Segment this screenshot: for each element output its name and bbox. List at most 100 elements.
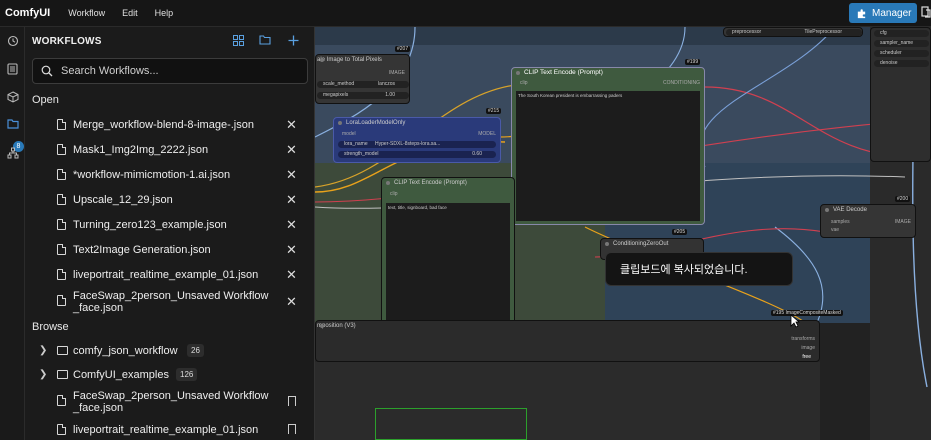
node-ksampler[interactable]: cfg sampler_name scheduler denoise bbox=[870, 27, 931, 162]
prompt-textarea[interactable]: text, title, signboard, bad face bbox=[386, 203, 510, 323]
widget-value: 0.60 bbox=[472, 151, 482, 157]
bookmark-icon[interactable] bbox=[288, 396, 296, 406]
port-image-out[interactable]: IMAGE bbox=[895, 219, 911, 225]
widget-cfg[interactable]: cfg bbox=[874, 30, 929, 37]
node-library-icon[interactable] bbox=[5, 89, 20, 104]
file-icon bbox=[57, 395, 66, 406]
app-brand: ComfyUI bbox=[5, 7, 51, 19]
node-title: mposition (V3) bbox=[316, 321, 819, 331]
node-title: ConditioningZeroOut bbox=[601, 239, 703, 249]
close-icon[interactable]: ✕ bbox=[286, 142, 297, 158]
port-conditioning-out[interactable]: CONDITIONING bbox=[663, 80, 700, 86]
search-icon bbox=[41, 65, 53, 77]
close-icon[interactable]: ✕ bbox=[286, 217, 297, 233]
widget-value: TilePreprocessor bbox=[804, 29, 842, 35]
node-title: CLIP Text Encode (Prompt) bbox=[512, 68, 704, 78]
chevron-right-icon[interactable]: ❯ bbox=[39, 369, 47, 380]
port-model-in[interactable]: model bbox=[342, 131, 356, 137]
widget-label: scale_method bbox=[323, 81, 355, 87]
close-icon[interactable]: ✕ bbox=[286, 294, 297, 310]
panel-title: WORKFLOWS bbox=[32, 35, 102, 47]
close-icon[interactable]: ✕ bbox=[286, 167, 297, 183]
close-icon[interactable]: ✕ bbox=[286, 117, 297, 133]
node-clip-negative[interactable]: CLIP Text Encode (Prompt) clip text, tit… bbox=[381, 177, 515, 327]
port-vae-in[interactable]: vae bbox=[831, 227, 839, 233]
file-icon bbox=[57, 269, 66, 280]
close-icon[interactable]: ✕ bbox=[286, 267, 297, 283]
port-samples-in[interactable]: samples bbox=[831, 219, 850, 225]
add-workflow-icon[interactable] bbox=[286, 33, 300, 47]
node-image-composite[interactable]: mposition (V3) transforms image free bbox=[315, 320, 820, 362]
port-transforms[interactable]: transforms bbox=[791, 336, 815, 342]
file-icon bbox=[57, 194, 66, 205]
widget-megapixels[interactable]: megapixels 1.00 bbox=[317, 92, 409, 99]
port-free[interactable]: free bbox=[802, 354, 811, 360]
file-icon bbox=[57, 119, 66, 130]
manager-label: Manager bbox=[872, 7, 912, 19]
grid-view-icon[interactable] bbox=[231, 33, 245, 47]
widget-label: strength_model bbox=[344, 151, 379, 157]
port-image[interactable]: image bbox=[801, 345, 815, 351]
node-clip-positive[interactable]: CLIP Text Encode (Prompt) clip CONDITION… bbox=[511, 67, 705, 225]
node-id: #195 bbox=[773, 310, 785, 316]
close-icon[interactable]: ✕ bbox=[286, 192, 297, 208]
bookmark-icon[interactable] bbox=[288, 424, 296, 434]
search-box bbox=[32, 58, 308, 84]
widget-value: Hyper-SDXL-8steps-lora.sa... bbox=[375, 141, 441, 147]
widget-label: lora_name bbox=[344, 141, 368, 147]
widget-sampler-name[interactable]: sampler_name bbox=[874, 40, 929, 47]
widget-denoise[interactable]: denoise bbox=[874, 60, 929, 67]
search-input[interactable] bbox=[61, 65, 291, 77]
menu-help[interactable]: Help bbox=[155, 8, 174, 18]
widget-preprocessor[interactable]: preprocessor TilePreprocessor bbox=[726, 29, 862, 36]
workflow-name: liveportrait_realtime_example_01.json bbox=[73, 424, 259, 436]
node-canvas[interactable]: ale Image to Total Pixels IMAGE scale_me… bbox=[315, 27, 931, 440]
file-icon bbox=[57, 219, 66, 230]
menu-edit[interactable]: Edit bbox=[122, 8, 138, 18]
queue-icon[interactable] bbox=[5, 61, 20, 76]
port-clip-in[interactable]: clip bbox=[390, 191, 398, 197]
port-model-out[interactable]: MODEL bbox=[478, 131, 496, 137]
widget-scale-method[interactable]: scale_method lanczos bbox=[317, 81, 409, 88]
manager-button[interactable]: Manager bbox=[849, 3, 917, 23]
open-folder-icon[interactable] bbox=[258, 33, 272, 47]
file-icon bbox=[57, 244, 66, 255]
node-id-badge: #200 bbox=[895, 196, 911, 202]
extension-icon[interactable] bbox=[921, 6, 931, 21]
model-library-icon[interactable] bbox=[5, 145, 20, 160]
port-image-out[interactable]: IMAGE bbox=[389, 70, 405, 76]
folder-icon bbox=[57, 370, 68, 379]
node-title: ale Image to Total Pixels bbox=[316, 55, 409, 65]
app-root: ComfyUI Workflow Edit Help Manager 8 WOR… bbox=[0, 0, 931, 440]
node-id-badge: #215 bbox=[486, 108, 502, 114]
open-section-label: Open bbox=[32, 94, 59, 106]
close-icon[interactable]: ✕ bbox=[286, 242, 297, 258]
menu-workflow[interactable]: Workflow bbox=[68, 8, 105, 18]
file-icon bbox=[57, 169, 66, 180]
workflow-name: liveportrait_realtime_example_01.json bbox=[73, 269, 259, 281]
prompt-textarea[interactable]: The South Korean president is embarrassi… bbox=[516, 91, 700, 221]
file-icon bbox=[57, 295, 66, 306]
folder-count-badge: 26 bbox=[187, 344, 204, 357]
widget-strength-model[interactable]: strength_model 0.60 bbox=[338, 151, 496, 158]
port-clip-in[interactable]: clip bbox=[520, 80, 528, 86]
history-icon[interactable] bbox=[5, 33, 20, 48]
workflow-name: FaceSwap_2person_Unsaved Workflow _face.… bbox=[73, 390, 269, 414]
workflows-panel: WORKFLOWS Open Merge_workflow-blend-8-im… bbox=[25, 27, 315, 440]
puzzle-icon bbox=[855, 7, 867, 19]
widget-value: 1.00 bbox=[385, 92, 395, 98]
node-scale-image[interactable]: ale Image to Total Pixels IMAGE scale_me… bbox=[315, 54, 410, 104]
widget-label: megapixels bbox=[323, 92, 349, 98]
node-id-badge: #207 bbox=[395, 46, 411, 52]
node-lora-loader[interactable]: LoraLoaderModelOnly model MODEL lora_nam… bbox=[333, 117, 501, 163]
workflow-name: Turning_zero123_example.json bbox=[73, 219, 227, 231]
workflows-icon[interactable] bbox=[5, 116, 20, 131]
node-vae-decode[interactable]: VAE Decode samples vae IMAGE bbox=[820, 204, 916, 238]
node-tile-preprocessor[interactable]: preprocessor TilePreprocessor bbox=[723, 27, 863, 37]
widget-lora-name[interactable]: lora_name Hyper-SDXL-8steps-lora.sa... bbox=[338, 141, 496, 148]
workflow-name: FaceSwap_2person_Unsaved Workflow _face.… bbox=[73, 290, 269, 314]
workflow-name: *workflow-mimicmotion-1.ai.json bbox=[73, 169, 231, 181]
browse-section-label: Browse bbox=[32, 321, 69, 333]
chevron-right-icon[interactable]: ❯ bbox=[39, 345, 47, 356]
widget-scheduler[interactable]: scheduler bbox=[874, 50, 929, 57]
